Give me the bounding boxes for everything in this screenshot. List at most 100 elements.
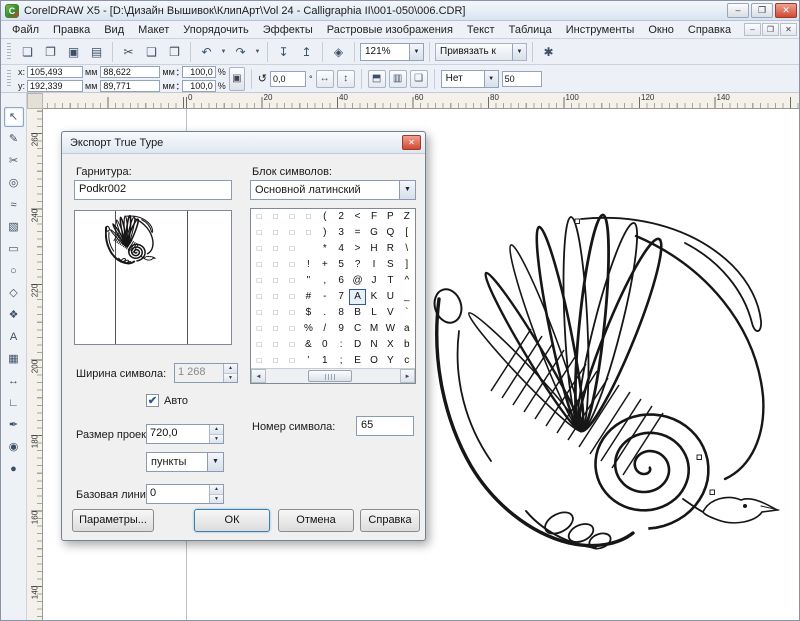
menu-item-справка[interactable]: Справка: [681, 23, 738, 37]
auto-checkbox[interactable]: ✔ Авто: [146, 394, 188, 407]
rectangle-tool[interactable]: ▭: [4, 239, 24, 259]
ok-button[interactable]: ОК: [194, 509, 270, 532]
smart-fill-tool[interactable]: ▧: [4, 217, 24, 237]
grid-cell[interactable]: F: [366, 209, 382, 225]
menu-item-таблица[interactable]: Таблица: [502, 23, 559, 37]
outline-width-combo[interactable]: Нет ▼: [441, 70, 499, 88]
grid-cell[interactable]: V: [382, 305, 398, 321]
fill-tool[interactable]: ●: [4, 459, 24, 479]
grid-cell[interactable]: □: [267, 225, 283, 241]
grid-cell[interactable]: 4: [333, 241, 349, 257]
grid-cell[interactable]: ]: [399, 257, 415, 273]
shape-tool[interactable]: ✎: [4, 129, 24, 149]
grid-cell[interactable]: ": [300, 273, 316, 289]
grid-cell[interactable]: □: [251, 225, 267, 241]
menu-item-вид[interactable]: Вид: [97, 23, 131, 37]
cancel-button[interactable]: Отмена: [278, 509, 354, 532]
menu-item-эффекты[interactable]: Эффекты: [256, 23, 320, 37]
grid-cell[interactable]: B: [349, 305, 365, 321]
grid-cell[interactable]: □: [284, 273, 300, 289]
grid-cell[interactable]: c: [399, 353, 415, 369]
propbar-misc-icon-2[interactable]: ▥: [389, 70, 407, 88]
grid-cell[interactable]: 5: [333, 257, 349, 273]
grid-cell[interactable]: □: [251, 321, 267, 337]
rotation-angle-field[interactable]: 0,0: [270, 71, 306, 87]
menu-item-текст[interactable]: Текст: [460, 23, 502, 37]
grid-cell[interactable]: □: [251, 241, 267, 257]
scrollbar-thumb[interactable]: [308, 370, 352, 382]
menu-item-инструменты[interactable]: Инструменты: [559, 23, 642, 37]
chevron-down-icon[interactable]: ▼: [409, 44, 423, 60]
grid-cell[interactable]: □: [267, 353, 283, 369]
grid-cell[interactable]: ?: [349, 257, 365, 273]
chevron-down-icon[interactable]: ▼: [207, 453, 223, 471]
grid-cell[interactable]: □: [267, 321, 283, 337]
checkbox-check-icon[interactable]: ✔: [146, 394, 159, 407]
options-button[interactable]: Параметры...: [72, 509, 154, 532]
zoom-level-combo[interactable]: 121% ▼: [360, 43, 424, 61]
grid-cell[interactable]: 7: [333, 289, 349, 305]
grid-cell[interactable]: [300, 241, 316, 257]
grid-cell[interactable]: J: [366, 273, 382, 289]
save-icon[interactable]: ▣: [63, 42, 84, 62]
grid-cell[interactable]: H: [366, 241, 382, 257]
basic-shapes-tool[interactable]: ❖: [4, 305, 24, 325]
dialog-titlebar[interactable]: Экспорт True Type ✕: [62, 132, 425, 154]
doc-minimize-button[interactable]: –: [744, 23, 761, 36]
scroll-left-icon[interactable]: ◄: [251, 369, 266, 383]
import-icon[interactable]: ↧: [273, 42, 294, 62]
grid-cell[interactable]: □: [267, 257, 283, 273]
polygon-tool[interactable]: ◇: [4, 283, 24, 303]
vertical-ruler[interactable]: 260240220200180160140: [27, 109, 43, 621]
paste-icon[interactable]: ❒: [164, 42, 185, 62]
edge-cropped-field[interactable]: 50: [502, 71, 542, 87]
maximize-button[interactable]: ❐: [751, 3, 773, 18]
grid-cell[interactable]: □: [267, 273, 283, 289]
grid-cell[interactable]: 1: [317, 353, 333, 369]
calligraphic-bird-artwork[interactable]: [431, 211, 791, 571]
grid-cell[interactable]: 8: [333, 305, 349, 321]
dimension-tool[interactable]: ↔: [4, 371, 24, 391]
grid-cell[interactable]: □: [284, 225, 300, 241]
grid-cell[interactable]: Y: [382, 353, 398, 369]
grid-cell[interactable]: □: [251, 353, 267, 369]
propbar-misc-icon-3[interactable]: ❏: [410, 70, 428, 88]
horizontal-ruler[interactable]: 020406080100120140: [43, 93, 800, 109]
grid-cell[interactable]: □: [284, 209, 300, 225]
grid-cell[interactable]: M: [366, 321, 382, 337]
menu-item-макет[interactable]: Макет: [131, 23, 176, 37]
font-name-input[interactable]: Podkr002: [74, 180, 232, 200]
grid-cell[interactable]: b: [399, 337, 415, 353]
curve-node-marker[interactable]: [697, 455, 702, 460]
grid-cell[interactable]: a: [399, 321, 415, 337]
export-icon[interactable]: ↥: [296, 42, 317, 62]
zoom-tool[interactable]: ◎: [4, 173, 24, 193]
scrollbar-track[interactable]: [266, 369, 400, 383]
grid-cell[interactable]: Q: [382, 225, 398, 241]
grid-cell[interactable]: □: [267, 209, 283, 225]
grid-cell[interactable]: >: [349, 241, 365, 257]
text-tool[interactable]: A: [4, 327, 24, 347]
grid-cell[interactable]: S: [382, 257, 398, 273]
grid-cell[interactable]: □: [284, 337, 300, 353]
propbar-drag-handle[interactable]: [7, 70, 11, 88]
menu-item-окно[interactable]: Окно: [641, 23, 681, 37]
grid-cell[interactable]: ;: [333, 353, 349, 369]
grid-cell[interactable]: N: [366, 337, 382, 353]
mirror-horizontal-icon[interactable]: ↔: [316, 70, 334, 88]
curve-node-marker[interactable]: [710, 490, 715, 495]
menu-item-файл[interactable]: Файл: [5, 23, 46, 37]
app-launcher-icon[interactable]: ◈: [328, 42, 349, 62]
grid-cell[interactable]: □: [300, 225, 316, 241]
menu-item-правка[interactable]: Правка: [46, 23, 97, 37]
open-icon[interactable]: ❐: [40, 42, 61, 62]
grid-cell[interactable]: □: [284, 321, 300, 337]
spin-arrows-icon[interactable]: ▲▼: [209, 485, 223, 503]
grid-cell[interactable]: K: [366, 289, 382, 305]
grid-cell[interactable]: (: [317, 209, 333, 225]
grid-cell[interactable]: X: [382, 337, 398, 353]
spin-arrows-icon[interactable]: ▲▼: [209, 425, 223, 443]
grid-cell[interactable]: □: [251, 273, 267, 289]
height-spin-icons[interactable]: ▴▾: [177, 81, 179, 91]
redo-icon[interactable]: ↷: [230, 42, 251, 62]
